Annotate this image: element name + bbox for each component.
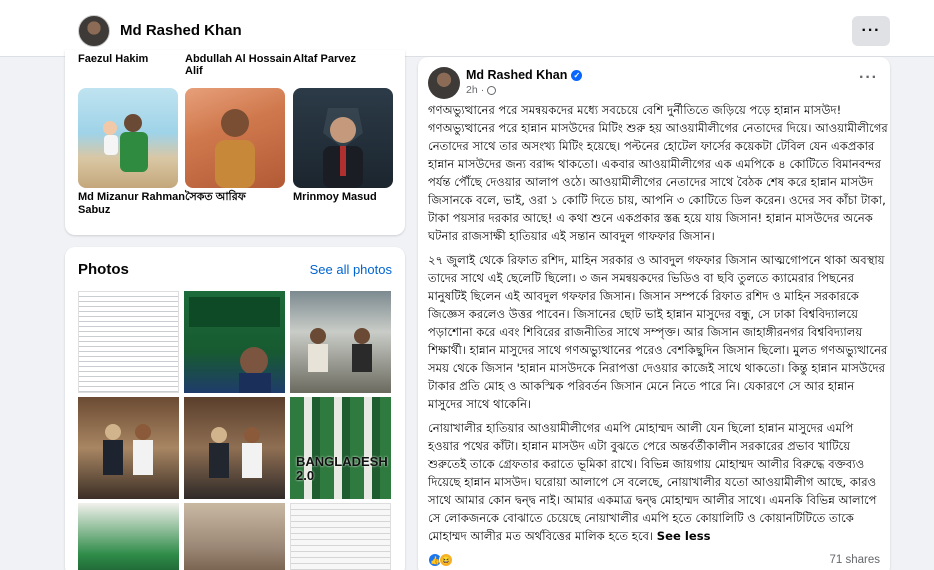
post-author-name[interactable]: Md Rashed Khan <box>466 68 567 82</box>
post-card: Md Rashed Khan ✓ 2h · ··· গণঅভ্যুত্থানের… <box>418 57 890 570</box>
photo-thumb-2-art <box>189 297 280 393</box>
friend-photo-2-art <box>215 109 255 188</box>
profile-name[interactable]: Md Rashed Khan <box>120 22 242 39</box>
photo-thumb-2[interactable] <box>184 291 285 393</box>
friend-photo-2[interactable] <box>185 88 285 188</box>
post-paragraph-2: ২৭ জুলাই থেকে রিফাত রশিদ, মাহিন সরকার ও … <box>428 253 888 411</box>
photo-thumb-9[interactable] <box>290 503 391 570</box>
friend-name-top-2[interactable]: Abdullah Al Hossain Alif <box>185 53 295 77</box>
photo-thumb-5-art <box>209 427 262 478</box>
photos-card: Photos See all photos BANGLADESH 2.0 <box>65 247 405 570</box>
photo-thumb-6-text: BANGLADESH 2.0 <box>296 454 388 483</box>
see-all-photos-link[interactable]: See all photos <box>310 262 392 277</box>
post-author-avatar[interactable] <box>428 67 460 99</box>
globe-icon <box>487 85 497 95</box>
post-paragraph-3-text: নোয়াখালীর হাতিয়ার আওয়ামীলীগের এমপি মো… <box>428 421 877 543</box>
friend-photo-3[interactable] <box>293 88 393 188</box>
profile-header-bar: Md Rashed Khan ··· <box>0 0 934 57</box>
friend-name-3[interactable]: Mrinmoy Masud <box>293 191 403 204</box>
post-paragraph-1: গণঅভ্যুত্থানের পরে সমন্বয়কদের মধ্যে সবচ… <box>428 103 888 243</box>
friend-name-top-3[interactable]: Altaf Parvez <box>293 53 403 65</box>
haha-reaction-icon: 😆 <box>439 553 453 567</box>
friend-name-top-1[interactable]: Faezul Hakim <box>78 53 188 65</box>
post-author[interactable]: Md Rashed Khan ✓ <box>466 68 583 82</box>
photo-thumb-8[interactable] <box>184 503 285 570</box>
photo-thumb-7[interactable] <box>78 503 179 570</box>
post-paragraph-3: নোয়াখালীর হাতিয়ার আওয়ামীলীগের এমপি মো… <box>428 419 888 545</box>
friend-name-1[interactable]: Md Mizanur Rahman Sabuz <box>78 191 188 217</box>
friend-name-2[interactable]: সৈকত আরিফ <box>185 191 295 204</box>
photo-thumb-3-art <box>308 328 372 372</box>
friend-photo-1[interactable] <box>78 88 178 188</box>
post-timestamp[interactable]: 2h · <box>466 84 497 96</box>
verified-badge-icon: ✓ <box>571 69 583 81</box>
reactions-summary[interactable]: 👍 😆 <box>428 553 453 567</box>
friend-photo-1-art <box>103 114 148 172</box>
friend-photo-3-art <box>323 108 363 188</box>
photo-thumb-6[interactable]: BANGLADESH 2.0 <box>290 397 391 499</box>
post-time-text[interactable]: 2h <box>466 84 478 96</box>
shares-count[interactable]: 71 shares <box>829 554 880 566</box>
photo-thumb-4-art <box>103 424 153 475</box>
post-more-options-button[interactable]: ··· <box>859 69 878 87</box>
see-less-link[interactable]: See less <box>657 529 711 543</box>
photo-thumb-5[interactable] <box>184 397 285 499</box>
profile-avatar[interactable] <box>78 15 110 47</box>
photo-thumb-4[interactable] <box>78 397 179 499</box>
photo-thumb-1[interactable] <box>78 291 179 393</box>
friends-card: Faezul Hakim Abdullah Al Hossain Alif Al… <box>65 50 405 235</box>
photo-thumb-3[interactable] <box>290 291 391 393</box>
photos-title: Photos <box>78 261 129 278</box>
post-body: গণঅভ্যুত্থানের পরে সমন্বয়কদের মধ্যে সবচ… <box>428 101 888 551</box>
more-options-button[interactable]: ··· <box>852 16 890 46</box>
